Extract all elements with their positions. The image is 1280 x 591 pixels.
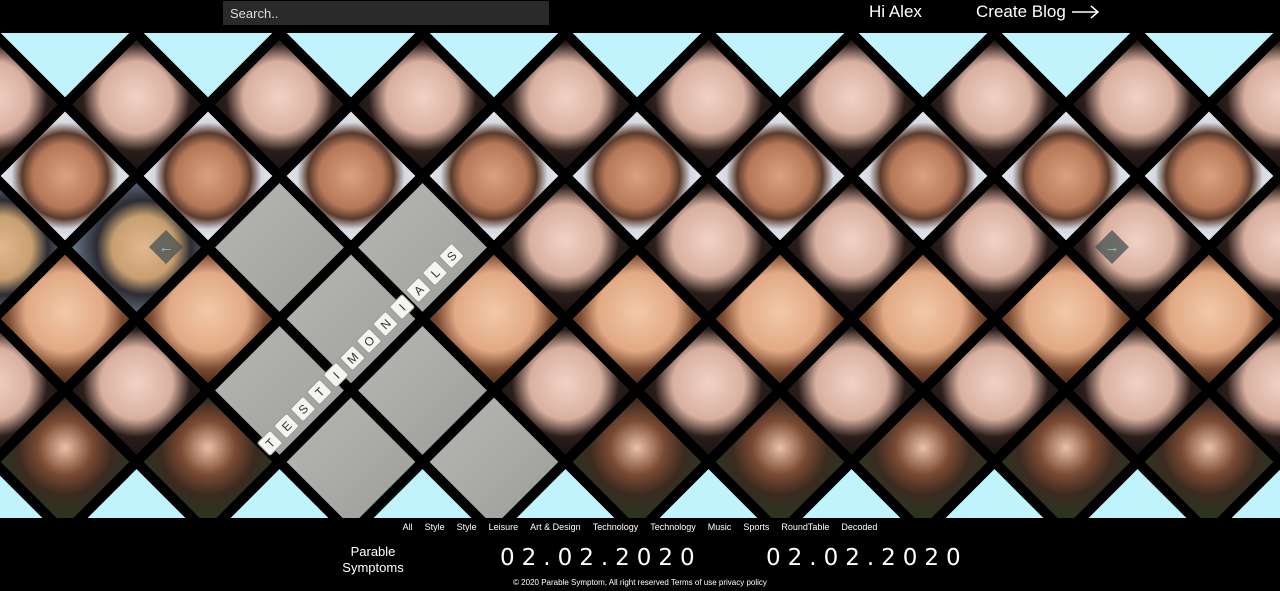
date-left: 02.02.2020: [500, 545, 702, 571]
category-link[interactable]: All: [403, 522, 413, 532]
category-link[interactable]: Decoded: [841, 522, 877, 532]
category-link[interactable]: Technology: [650, 522, 696, 532]
footer: All Style Style Leisure Art & Design Tec…: [0, 518, 1280, 591]
category-link[interactable]: RoundTable: [781, 522, 829, 532]
category-nav: All Style Style Leisure Art & Design Tec…: [0, 522, 1280, 532]
photo-grid: TESTIMONIALS: [0, 33, 1280, 518]
brand-name[interactable]: Parable Symptoms: [330, 544, 416, 576]
arrow-right-icon: [1071, 5, 1099, 19]
category-link[interactable]: Art & Design: [530, 522, 581, 532]
arrow-right-icon: →: [1104, 238, 1120, 256]
create-blog-label: Create Blog: [976, 2, 1066, 21]
testimonial-mosaic: TESTIMONIALS ← →: [0, 33, 1280, 518]
category-link[interactable]: Technology: [593, 522, 639, 532]
user-greeting: Hi Alex: [869, 2, 922, 21]
copyright-text: © 2020 Parable Symptom, All right reserv…: [513, 578, 767, 587]
category-link[interactable]: Style: [457, 522, 477, 532]
category-link[interactable]: Style: [425, 522, 445, 532]
category-link[interactable]: Leisure: [489, 522, 519, 532]
arrow-left-icon: ←: [158, 238, 174, 256]
category-link[interactable]: Sports: [743, 522, 769, 532]
search-input[interactable]: [223, 1, 549, 25]
category-link[interactable]: Music: [708, 522, 732, 532]
top-bar: Hi Alex Create Blog: [0, 0, 1280, 33]
create-blog-button[interactable]: Create Blog: [976, 2, 1100, 22]
date-right: 02.02.2020: [766, 545, 968, 571]
